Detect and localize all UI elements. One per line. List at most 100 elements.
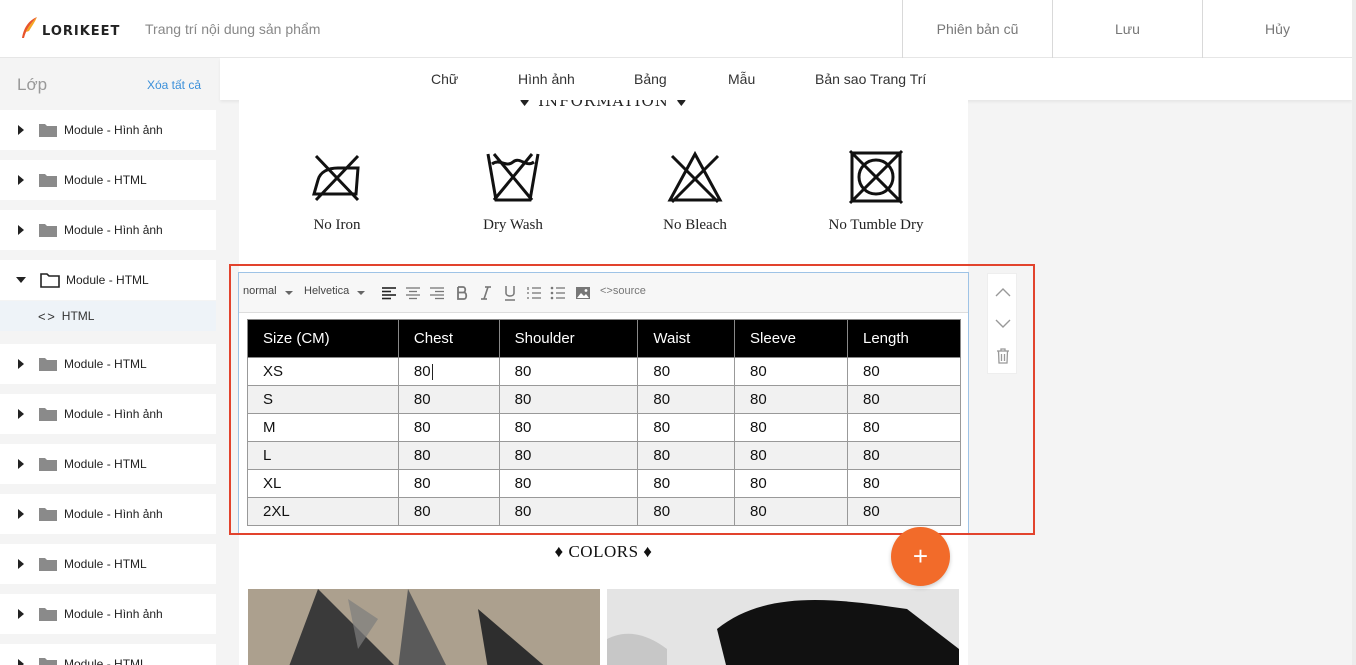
care-label: No Tumble Dry [828,217,924,233]
product-photo-1 [248,589,600,665]
block-controls [987,273,1017,374]
table-cell[interactable]: 80 [397,441,500,470]
table-cell[interactable]: 80 [846,413,962,442]
old-version-button[interactable]: Phiên bản cũ [902,0,1052,58]
font-select[interactable]: Helvetica [304,285,366,297]
table-cell[interactable]: 80 [498,441,639,470]
move-up-button[interactable] [988,276,1018,308]
layer-item[interactable]: Module - HTML [0,160,216,200]
caret-right-icon[interactable] [18,225,24,235]
table-cell[interactable]: 80 [498,497,639,526]
table-cell[interactable]: S [247,385,399,414]
caret-right-icon[interactable] [18,609,24,619]
table-cell[interactable]: 80 [397,357,500,386]
caret-right-icon[interactable] [18,125,24,135]
table-cell[interactable]: 80 [734,385,848,414]
tab-table[interactable]: Bảng [634,71,667,87]
table-cell[interactable]: 80 [637,441,736,470]
clear-all-button[interactable]: Xóa tất cả [147,78,201,92]
caret-right-icon[interactable] [18,175,24,185]
layer-item[interactable]: Module - Hình ảnh [0,494,216,534]
header-cell[interactable]: Waist [637,319,736,358]
save-button[interactable]: Lưu [1052,0,1202,58]
header-cell[interactable]: Length [846,319,962,358]
layer-item[interactable]: Module - HTML [0,260,216,300]
bullet-list-icon[interactable] [550,285,566,301]
tab-text[interactable]: Chữ [431,71,458,87]
table-cell[interactable]: L [247,441,399,470]
caret-right-icon[interactable] [18,559,24,569]
html-editor[interactable]: normal Helvetica <>source Size (CM) Ches… [238,272,969,534]
table-cell[interactable]: 80 [846,469,962,498]
brand-logo: LORIKEET [20,16,120,40]
bold-icon[interactable] [454,285,470,301]
header-cell[interactable]: Size (CM) [247,319,399,358]
colors-heading: ♦ COLORS ♦ [554,542,653,561]
header-cell[interactable]: Chest [397,319,500,358]
caret-right-icon[interactable] [18,509,24,519]
table-cell[interactable]: 80 [734,413,848,442]
tab-image[interactable]: Hình ảnh [518,71,575,87]
format-select[interactable]: normal [243,285,293,297]
cell-text: 80 [514,419,532,436]
table-cell[interactable]: M [247,413,399,442]
align-right-icon[interactable] [429,285,445,301]
table-cell[interactable]: 80 [846,385,962,414]
align-left-icon[interactable] [381,285,397,301]
add-block-button[interactable]: + [891,527,950,586]
table-cell[interactable]: 80 [637,357,736,386]
layer-sub-item-html[interactable]: < > HTML [0,301,216,331]
table-cell[interactable]: 80 [734,441,848,470]
underline-icon[interactable] [502,285,518,301]
layer-item[interactable]: Module - Hình ảnh [0,110,216,150]
layer-item[interactable]: Module - HTML [0,544,216,584]
table-cell[interactable]: 80 [498,357,639,386]
layer-item[interactable]: Module - HTML [0,644,216,665]
table-cell[interactable]: 80 [397,497,500,526]
table-cell[interactable]: 80 [734,469,848,498]
header-cell[interactable]: Sleeve [734,319,848,358]
table-cell[interactable]: 80 [846,441,962,470]
header-cell[interactable]: Shoulder [498,319,639,358]
image-icon[interactable] [575,285,591,301]
caret-right-icon[interactable] [18,659,24,665]
table-cell[interactable]: 80 [637,413,736,442]
care-label: No Bleach [663,217,727,233]
caret-right-icon[interactable] [18,409,24,419]
caret-right-icon[interactable] [18,359,24,369]
table-cell[interactable]: 80 [846,497,962,526]
align-center-icon[interactable] [405,285,421,301]
caret-right-icon[interactable] [18,459,24,469]
table-cell[interactable]: 80 [397,413,500,442]
table-cell[interactable]: 80 [846,357,962,386]
layer-item[interactable]: Module - Hình ảnh [0,394,216,434]
size-table[interactable]: Size (CM) Chest Shoulder Waist Sleeve Le… [247,319,962,526]
table-cell[interactable]: 80 [637,385,736,414]
table-cell[interactable]: 80 [498,413,639,442]
layer-item[interactable]: Module - HTML [0,344,216,384]
table-cell[interactable]: 80 [734,497,848,526]
table-cell[interactable]: 80 [637,497,736,526]
tab-decor-copy[interactable]: Bản sao Trang Trí [815,71,926,87]
table-cell[interactable]: 80 [498,385,639,414]
table-cell[interactable]: XL [247,469,399,498]
italic-icon[interactable] [478,285,494,301]
table-cell[interactable]: 80 [397,385,500,414]
source-button[interactable]: <>source [600,285,646,297]
caret-down-icon[interactable] [16,277,26,283]
table-cell[interactable]: 80 [397,469,500,498]
layer-item[interactable]: Module - Hình ảnh [0,594,216,634]
product-photo-2 [607,589,959,665]
delete-block-button[interactable] [988,340,1018,372]
tab-template[interactable]: Mẫu [728,71,755,87]
layer-item[interactable]: Module - Hình ảnh [0,210,216,250]
layer-item[interactable]: Module - HTML [0,444,216,484]
table-cell[interactable]: 80 [498,469,639,498]
ordered-list-icon[interactable] [526,285,542,301]
table-cell[interactable]: 80 [637,469,736,498]
table-cell[interactable]: XS [247,357,399,386]
cancel-button[interactable]: Hủy [1202,0,1352,58]
table-cell[interactable]: 2XL [247,497,399,526]
move-down-button[interactable] [988,308,1018,340]
table-cell[interactable]: 80 [734,357,848,386]
